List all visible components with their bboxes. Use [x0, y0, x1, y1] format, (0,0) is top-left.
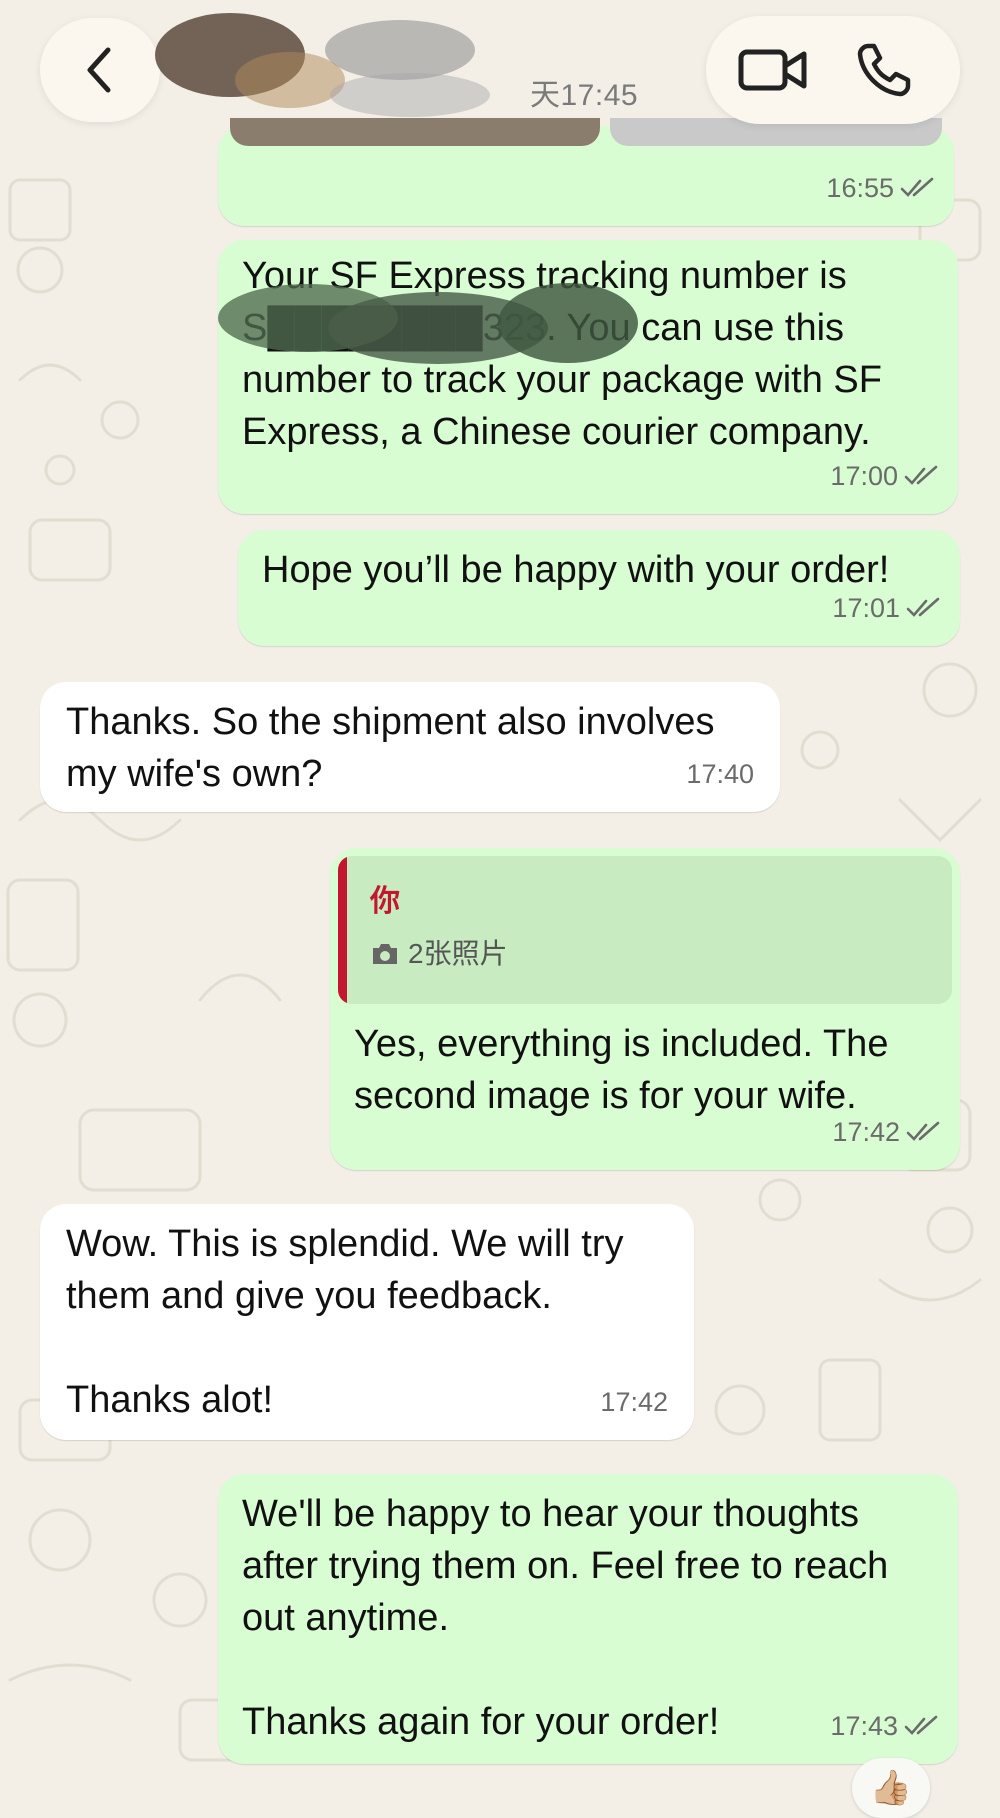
quoted-reply[interactable]: 你 2张照片 — [338, 856, 952, 1004]
message-text: We'll be happy to hear your thoughts aft… — [242, 1493, 889, 1743]
double-check-icon — [906, 1121, 940, 1141]
message-text: Wow. This is splendid. We will try them … — [66, 1223, 624, 1421]
message-time: 17:43 — [830, 1711, 898, 1741]
last-seen-status: 天17:45 — [530, 79, 639, 112]
message-time: 17:00 — [830, 461, 898, 491]
message-time: 17:01 — [832, 593, 900, 623]
message-text: Thanks. So the shipment also involves my… — [66, 701, 726, 795]
message-time: 17:40 — [686, 759, 754, 789]
double-check-icon — [900, 177, 934, 197]
thumbs-up-reaction[interactable]: 👍🏼 — [852, 1758, 930, 1818]
message-meta: 17:40 — [686, 748, 754, 800]
message-meta: 17:01 — [832, 582, 940, 634]
message-meta: 17:43 — [830, 1700, 938, 1752]
message-bubble-incoming[interactable]: Thanks. So the shipment also involves my… — [40, 682, 780, 812]
quote-accent-bar — [338, 856, 347, 1004]
chat-header: 天17:45 — [0, 0, 1000, 140]
video-camera-icon[interactable] — [738, 44, 808, 96]
double-check-icon — [906, 597, 940, 617]
call-actions — [706, 16, 960, 124]
message-bubble-incoming[interactable]: Wow. This is splendid. We will try them … — [40, 1204, 694, 1440]
message-bubble-outgoing[interactable]: Your SF Express tracking number is S████… — [218, 240, 958, 514]
message-bubble-outgoing[interactable]: Hope you’ll be happy with your order! 17… — [238, 530, 960, 646]
double-check-icon — [904, 465, 938, 485]
message-bubble-outgoing[interactable]: 你 2张照片 Yes, everything is included. The … — [330, 848, 960, 1170]
message-time: 17:42 — [832, 1117, 900, 1147]
message-time: 16:55 — [826, 173, 894, 203]
camera-icon — [373, 944, 397, 964]
quote-preview: 2张照片 — [370, 928, 508, 980]
message-bubble-outgoing[interactable]: 16:55 — [218, 118, 954, 226]
chevron-left-icon — [87, 47, 111, 93]
double-check-icon — [904, 1715, 938, 1735]
message-meta: 17:42 — [832, 1106, 940, 1158]
quote-author: 你 — [370, 885, 400, 918]
phone-icon[interactable] — [854, 40, 914, 100]
redaction-scribble — [218, 283, 638, 364]
quote-preview-text: 2张照片 — [408, 938, 508, 969]
contact-name-redacted[interactable] — [140, 0, 530, 140]
message-meta: 16:55 — [826, 162, 934, 214]
message-time: 17:42 — [600, 1387, 668, 1417]
message-meta: 17:42 — [600, 1376, 668, 1428]
message-bubble-outgoing[interactable]: We'll be happy to hear your thoughts aft… — [218, 1474, 958, 1764]
message-meta: 17:00 — [830, 450, 938, 502]
